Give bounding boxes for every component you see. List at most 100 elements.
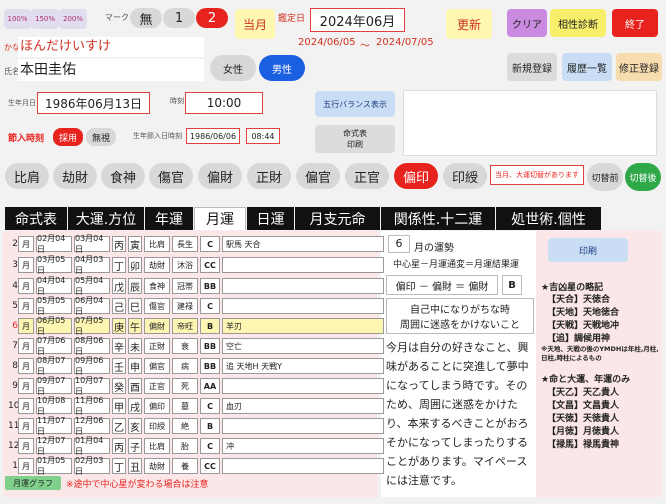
- tab-geshi-genmei[interactable]: 月支元命: [295, 207, 380, 230]
- note-cell: 追 天地H 天戦Y: [222, 358, 384, 374]
- current-month-button[interactable]: 当月: [235, 9, 275, 39]
- birth-date-field[interactable]: 1986年06月13日: [37, 92, 150, 114]
- month-number-cell: 4: [12, 281, 18, 291]
- ignore-button[interactable]: 無視: [86, 128, 116, 146]
- note-cell: 冲: [222, 438, 384, 454]
- zoom-150-button[interactable]: 150%: [31, 9, 59, 29]
- table-row[interactable]: 7 月 07月06日 08月06日辛未正財衰 BB 空亡: [8, 336, 386, 356]
- branch-cell: 辰: [128, 278, 142, 294]
- period-to: 2024/07/05: [376, 37, 434, 48]
- star-shokujin-button[interactable]: 食神: [101, 163, 145, 189]
- twelve-stage-cell: 養: [172, 458, 198, 474]
- star-henzai-button[interactable]: 偏財: [198, 163, 242, 189]
- birth-time-field[interactable]: 10:00: [185, 92, 263, 114]
- mark-none-button[interactable]: 無: [130, 8, 162, 28]
- month-unit-cell: 月: [18, 378, 34, 394]
- history-button[interactable]: 履歴一覧: [562, 53, 612, 81]
- start-date-cell: 02月04日: [36, 234, 72, 254]
- tab-taiun-houi[interactable]: 大運.方位: [68, 207, 144, 230]
- compatibility-button[interactable]: 相性診断: [550, 9, 606, 37]
- name-input[interactable]: 本田圭佑: [18, 59, 204, 81]
- switch-after-button[interactable]: 切替後: [625, 163, 661, 191]
- meishiki-print-line1: 命式表: [343, 129, 367, 138]
- month-unit-cell: 月: [18, 438, 34, 454]
- branch-cell: 亥: [128, 418, 142, 434]
- exit-button[interactable]: 終了: [612, 9, 658, 37]
- gogyo-balance-button[interactable]: 五行バランス表示: [315, 91, 395, 117]
- tab-kankeisei[interactable]: 関係性.十二運: [381, 207, 495, 230]
- table-row[interactable]: 5 月 05月05日 06月04日己巳傷官 建禄 C: [8, 296, 386, 316]
- note-cell: 血刃: [222, 398, 384, 414]
- kantei-date-field[interactable]: 2024年06月: [310, 8, 405, 32]
- star-henkan-button[interactable]: 偏官: [296, 163, 340, 189]
- star-hiken-button[interactable]: 比肩: [5, 163, 49, 189]
- month-unit-cell: 月: [18, 278, 34, 294]
- kana-input[interactable]: ほんだけいすけ: [18, 37, 204, 57]
- star-gouzai-button[interactable]: 劫財: [53, 163, 97, 189]
- tab-getsuun[interactable]: 月運: [194, 207, 246, 230]
- zoom-200-button[interactable]: 200%: [59, 9, 87, 29]
- table-row[interactable]: 10 月 10月08日 11月06日甲戌偏印墓 C 血刃: [8, 396, 386, 416]
- new-register-button[interactable]: 新規登録: [507, 53, 557, 81]
- star-seizai-button[interactable]: 正財: [247, 163, 291, 189]
- table-row[interactable]: 4 月 04月04日 05月04日戊辰食神 冠帯 BB: [8, 276, 386, 296]
- fortune-body: 今月は自分の好きなこと、興味があることに突進して夢中になってしまう時です。そのた…: [386, 341, 529, 487]
- stem-cell: 乙: [112, 418, 126, 434]
- star-cell: 正官: [144, 378, 170, 394]
- star-cell: 食神: [144, 278, 170, 294]
- meishiki-print-button[interactable]: 命式表 印刷: [315, 125, 395, 153]
- switch-notice: 当月、大運切替があります: [490, 165, 584, 185]
- twelve-stage-cell: 建禄: [172, 298, 198, 314]
- note-cell: [222, 257, 384, 273]
- tab-nenun[interactable]: 年運: [145, 207, 193, 230]
- mark-1-button[interactable]: 1: [163, 8, 195, 28]
- month-unit-cell: 月: [18, 338, 34, 354]
- update-button[interactable]: 更新: [446, 9, 492, 39]
- male-button[interactable]: 男性: [259, 55, 305, 81]
- switch-before-button[interactable]: 切替前: [587, 163, 623, 191]
- end-date-cell: 11月06日: [74, 396, 110, 416]
- fortune-print-button[interactable]: 印刷: [548, 238, 628, 262]
- star-seikan-button[interactable]: 正官: [345, 163, 389, 189]
- twelve-stage-cell: 墓: [172, 398, 198, 414]
- tab-meishiki[interactable]: 命式表: [5, 207, 67, 230]
- end-date-cell: 10月07日: [74, 376, 110, 396]
- month-number-cell: 11: [8, 421, 20, 431]
- month-number-cell: 2: [12, 239, 18, 249]
- table-row[interactable]: 9 月 09月07日 10月07日癸酉正官死 AA: [8, 376, 386, 396]
- star-henin-button[interactable]: 偏印: [394, 163, 438, 189]
- table-row[interactable]: 11 月 11月07日 12月06日乙亥印綬絶 B: [8, 416, 386, 436]
- month-number-cell: 3: [12, 260, 18, 270]
- tab-shoseijutsu[interactable]: 処世術.個性: [496, 207, 601, 230]
- fortune-result-formula: 偏印 － 偏財 ＝ 偏財: [386, 275, 498, 295]
- table-row[interactable]: 6 月 06月05日 07月05日庚午偏財 帝旺 B 羊刃: [8, 316, 386, 336]
- memo-area[interactable]: [403, 90, 657, 156]
- table-row[interactable]: 8 月 08月07日 09月06日壬申偏官病 BB 追 天地H 天戦Y: [8, 356, 386, 376]
- birth-setsu-time: 08:44: [246, 128, 280, 144]
- table-row[interactable]: 2 月 02月04日 03月04日丙寅比肩 長生 C 駅馬 天合: [8, 234, 386, 254]
- noble-item: 【文昌】文昌貴人: [547, 401, 620, 411]
- tab-nichiun[interactable]: 日運: [247, 207, 294, 230]
- branch-cell: 巳: [128, 298, 142, 314]
- fix-register-button[interactable]: 修正登録: [616, 53, 662, 81]
- star-injyu-button[interactable]: 印綬: [443, 163, 487, 189]
- month-unit-cell: 月: [18, 418, 34, 434]
- table-row[interactable]: 3 月 03月05日 04月03日丁卯劫財 沐浴 CC: [8, 255, 386, 275]
- star-shoukan-button[interactable]: 傷官: [149, 163, 193, 189]
- note-cell: [222, 378, 384, 394]
- start-date-cell: 07月06日: [36, 336, 72, 356]
- adopt-button[interactable]: 採用: [53, 128, 83, 146]
- zoom-100-button[interactable]: 100%: [4, 9, 31, 29]
- code-cell: AA: [200, 378, 220, 394]
- table-row[interactable]: 1 月 01月05日 02月03日丁丑劫財養 CC: [8, 456, 386, 476]
- mark-2-button[interactable]: 2: [196, 8, 228, 28]
- code-cell: BB: [200, 278, 220, 294]
- clear-button[interactable]: クリア: [507, 9, 547, 37]
- end-date-cell: 03月04日: [74, 234, 110, 254]
- female-button[interactable]: 女性: [210, 55, 256, 81]
- start-date-cell: 03月05日: [36, 255, 72, 275]
- month-graph-button[interactable]: 月運グラフ: [5, 476, 61, 490]
- twelve-stage-cell: 長生: [172, 236, 198, 252]
- birth-label: 生年月日: [8, 99, 36, 107]
- table-row[interactable]: 12 月 12月07日 01月04日丙子比肩胎 C 冲: [8, 436, 386, 456]
